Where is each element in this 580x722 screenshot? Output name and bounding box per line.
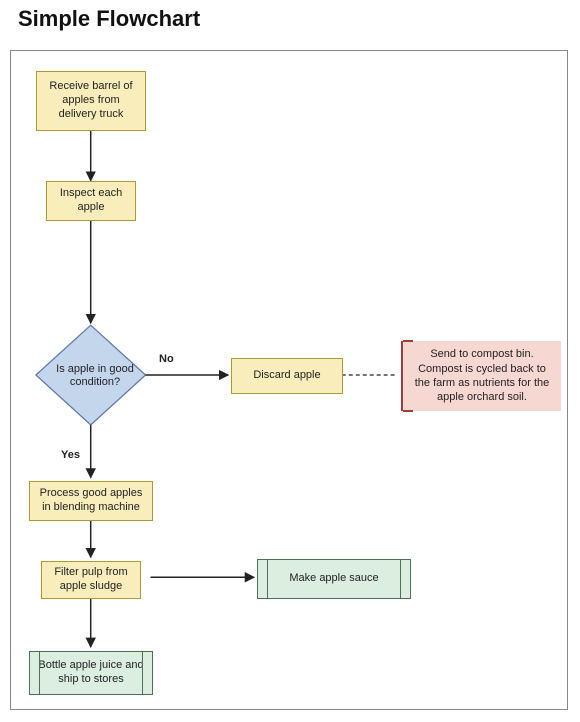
edge-label-yes: Yes: [61, 449, 80, 461]
edge-label-no: No: [159, 353, 174, 365]
node-discard-label: Discard apple: [253, 369, 320, 383]
node-inspect-label: Inspect each apple: [53, 187, 129, 215]
node-decision-label: Is apple in good condition?: [55, 363, 135, 389]
node-process-label: Process good apples in blending machine: [36, 487, 146, 515]
node-inspect: Inspect each apple: [46, 181, 136, 221]
page: Simple Flowchart: [0, 0, 580, 722]
node-discard: Discard apple: [231, 358, 343, 394]
node-process: Process good apples in blending machine: [29, 481, 153, 521]
node-annotation-label: Send to compost bin. Compost is cycled b…: [411, 347, 553, 404]
node-annotation: Send to compost bin. Compost is cycled b…: [401, 341, 561, 411]
flowchart-frame: No Yes Receive barrel of apples from del…: [10, 50, 568, 710]
node-sauce-label: Make apple sauce: [289, 572, 378, 586]
node-decision: Is apple in good condition?: [51, 351, 139, 401]
node-bottle: Bottle apple juice and ship to stores: [29, 651, 153, 695]
node-bottle-label: Bottle apple juice and ship to stores: [36, 659, 146, 687]
node-filter: Filter pulp from apple sludge: [41, 561, 141, 599]
node-start-label: Receive barrel of apples from delivery t…: [43, 80, 139, 121]
page-title: Simple Flowchart: [18, 6, 200, 32]
node-start: Receive barrel of apples from delivery t…: [36, 71, 146, 131]
node-filter-label: Filter pulp from apple sludge: [48, 566, 134, 594]
node-sauce: Make apple sauce: [257, 559, 411, 599]
